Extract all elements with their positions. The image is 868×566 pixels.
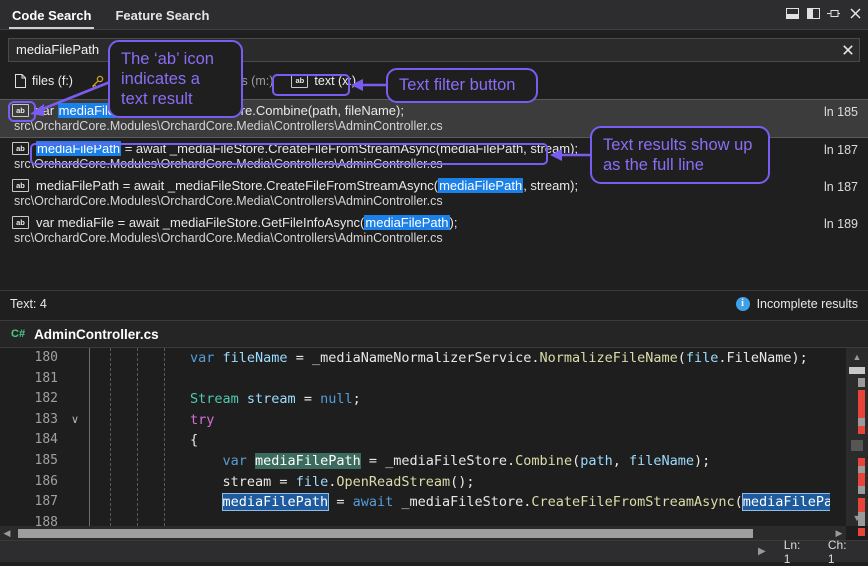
annotation-callout-full-line: Text results show up as the full line [590, 126, 770, 184]
annotation-callout-full-line-text: Text results show up as the full line [603, 136, 752, 174]
annotation-callout-ab-icon-text: The ‘ab’ icon indicates a text result [121, 50, 214, 108]
annotation-callout-ab-icon: The ‘ab’ icon indicates a text result [108, 40, 243, 118]
annotation-callout-text-filter: Text filter button [386, 68, 538, 103]
code-search-window: Code Search Feature Search mediaFilePath [0, 0, 868, 562]
annotation-callout-text-filter-text: Text filter button [399, 75, 515, 95]
